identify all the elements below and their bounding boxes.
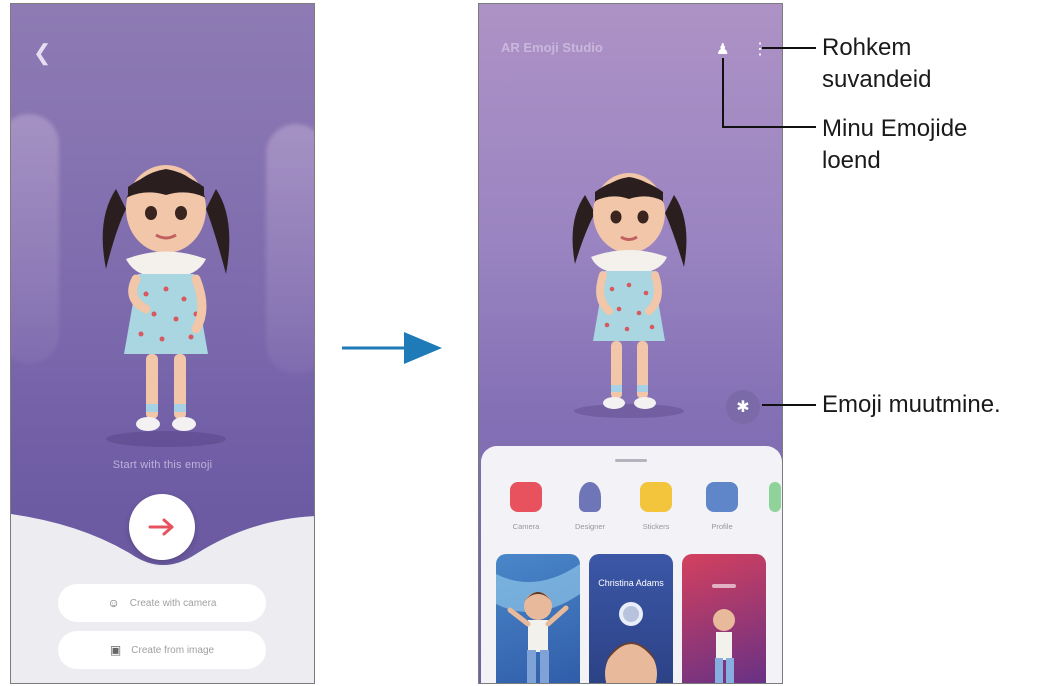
- card-avatar: [712, 584, 736, 683]
- sheet-handle[interactable]: [615, 459, 647, 462]
- card-avatar: [605, 602, 657, 683]
- callout-line-my-emojis-vertical: [722, 58, 724, 128]
- profile-icon: [706, 482, 738, 512]
- background-avatar: [11, 114, 59, 364]
- bottom-sheet: Camera Designer Stickers Profile Christi…: [481, 446, 782, 683]
- designer-icon: [579, 482, 601, 512]
- contact-name: Christina Adams: [598, 578, 664, 588]
- create-with-camera-button[interactable]: ☺ Create with camera: [58, 584, 266, 622]
- callout-edit-emoji: Emoji muutmine.: [822, 391, 1001, 418]
- face-icon: ☺: [107, 596, 120, 610]
- camera-icon: [510, 482, 542, 512]
- category-more[interactable]: [755, 482, 782, 512]
- callout-more-options: Rohkem suvandeid: [822, 32, 931, 96]
- emoji-avatar: [572, 173, 687, 418]
- transition-arrow: [342, 332, 442, 364]
- callout-my-emojis-line1: Minu Emojide: [822, 115, 968, 142]
- callout-line-my-emojis-horizontal: [722, 126, 816, 128]
- create-from-image-button[interactable]: ▣ Create from image: [58, 631, 266, 669]
- category-label: Camera: [512, 522, 540, 531]
- more-category-icon: [769, 482, 781, 512]
- back-icon[interactable]: ❮: [33, 40, 51, 66]
- create-from-image-label: Create from image: [131, 644, 215, 656]
- background-avatar: [266, 124, 314, 374]
- emoji-avatar: [102, 165, 230, 447]
- category-stickers[interactable]: Stickers: [631, 482, 681, 531]
- category-profile[interactable]: Profile: [697, 482, 747, 531]
- screen-left: ❮ Start with this emoji ☺ Create with ca…: [10, 3, 315, 684]
- category-designer[interactable]: Designer: [565, 482, 615, 531]
- preview-card[interactable]: [496, 554, 580, 683]
- callout-more-line2: suvandeid: [822, 66, 932, 93]
- callout-my-emojis: Minu Emojide loend: [822, 113, 967, 177]
- arrow-right-icon: [148, 518, 174, 536]
- preview-card-contact[interactable]: Christina Adams: [589, 554, 673, 683]
- screen-right: AR Emoji Studio ♟ ⋮ ✱ Camera Designer St…: [478, 3, 783, 684]
- category-camera[interactable]: Camera: [501, 482, 551, 531]
- callout-line-edit: [762, 404, 816, 406]
- my-emojis-icon[interactable]: ♟: [716, 40, 729, 58]
- callout-my-emojis-line2: loend: [822, 147, 881, 174]
- edit-emoji-button[interactable]: ✱: [726, 390, 760, 424]
- callout-more-line1: Rohkem: [822, 34, 912, 61]
- edit-emoji-icon: ✱: [736, 399, 750, 416]
- callout-line-more: [762, 47, 816, 49]
- category-label: Profile: [711, 522, 733, 531]
- more-options-icon[interactable]: ⋮: [752, 39, 768, 59]
- category-label: Stickers: [642, 522, 670, 531]
- preview-card[interactable]: [682, 554, 766, 683]
- app-title: AR Emoji Studio: [501, 40, 603, 55]
- create-with-camera-label: Create with camera: [129, 597, 217, 609]
- image-icon: ▣: [109, 643, 122, 657]
- card-avatar: [496, 564, 580, 683]
- next-button[interactable]: [129, 494, 195, 560]
- intro-text: Start with this emoji: [112, 459, 213, 471]
- sticker-icon: [640, 482, 672, 512]
- category-label: Designer: [574, 522, 605, 531]
